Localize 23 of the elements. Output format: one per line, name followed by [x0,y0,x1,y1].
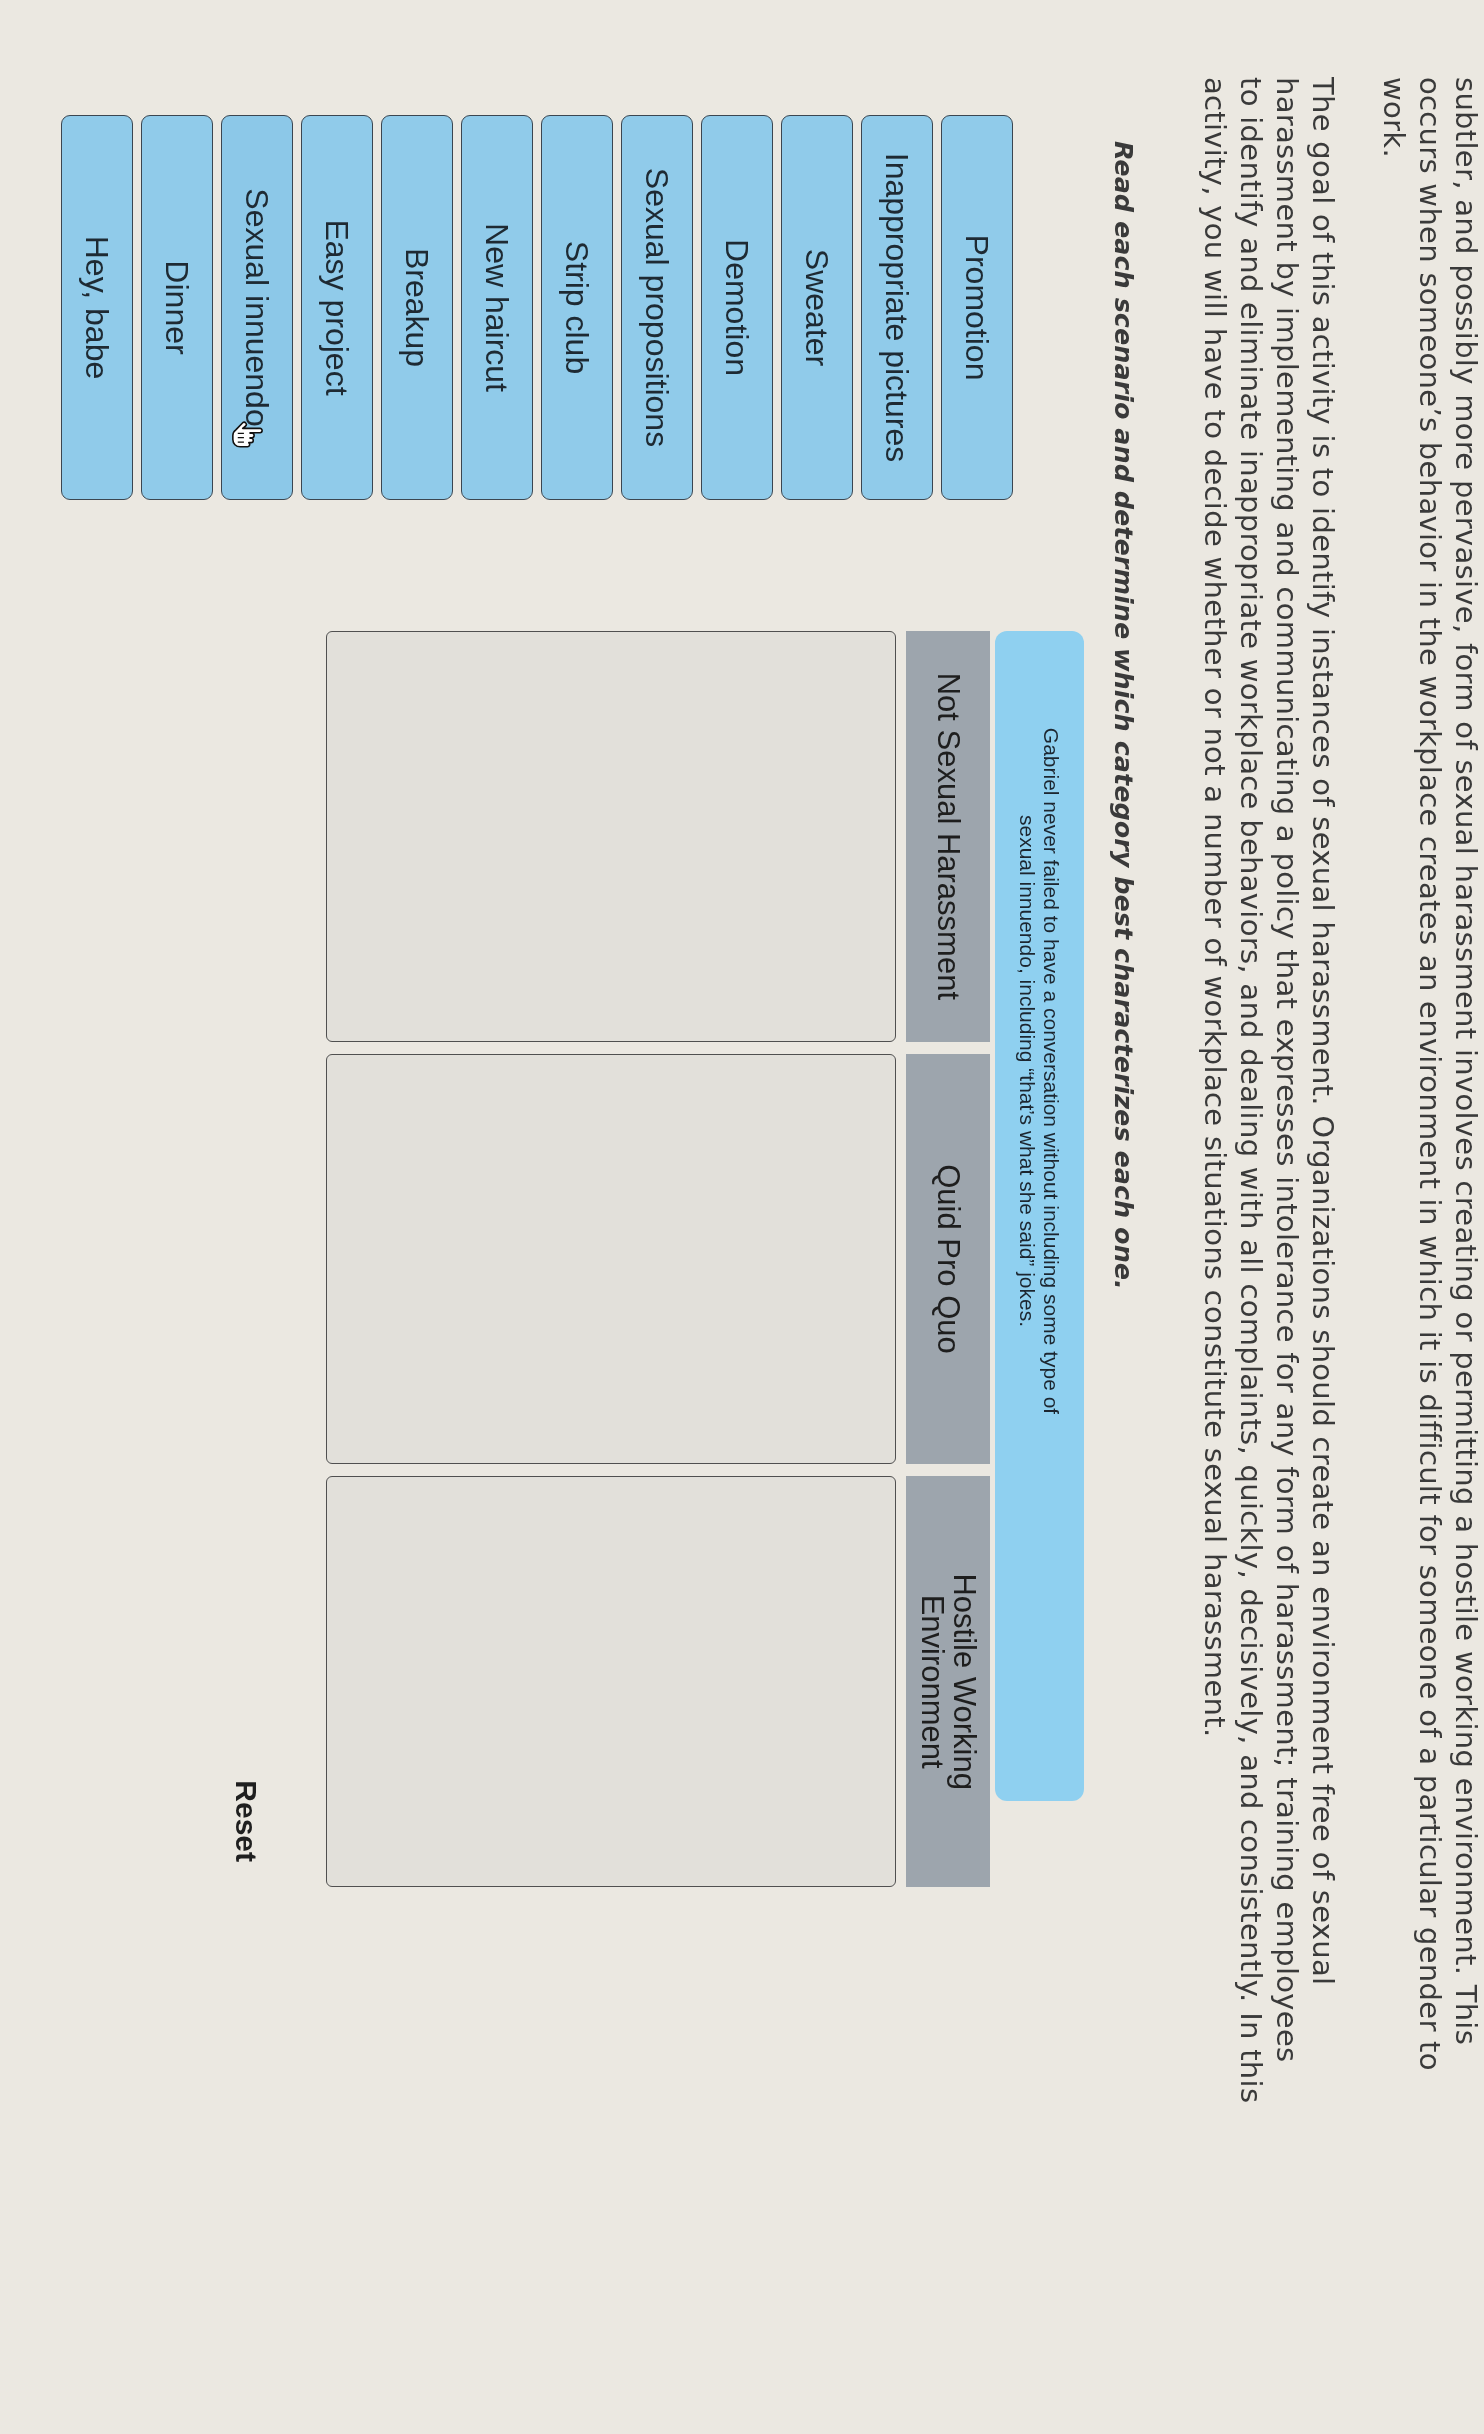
category-header: Hostile Working Environment [906,1476,990,1887]
intro-paragraph: The goal of this activity is to identify instances of sexual harassment. Organizations should create an environment free of sexual harassment by implementing and communicating a policy that expresses intolerance for any form of harassment; training employees to identify and eliminate inappropriate workplace behaviors, and dealing with all complaints, quickly, decisively, and consistently. In this activity, you will have to decide whether or not a number of workplace situations constitute sexual harassment. [1197,77,1341,2104]
answer-card[interactable]: New haircut [461,115,533,500]
intro-paragraph: subtler, and possibly more pervasive, form of sexual harassment involves creating or permitting a hostile working environment. This occurs when someone’s behavior in the workplace creates an environment in which it is difficult for someone of a particular gender to work. [1376,77,1484,2071]
answer-card[interactable]: Sexual propositions [621,115,693,500]
answer-card[interactable]: Hey, babe [61,115,133,500]
answer-card[interactable]: Demotion [701,115,773,500]
drop-zone[interactable] [326,631,896,1042]
reset-button[interactable]: Reset [229,1780,263,1862]
drop-zone[interactable] [326,1476,896,1887]
instruction-text: Read each scenario and determine which category best characterizes each one. [1108,141,1140,1290]
answer-card[interactable]: Strip club [541,115,613,500]
drop-zone[interactable] [326,1053,896,1465]
answer-card[interactable]: Sexual innuendo [221,115,293,500]
scenario-card[interactable]: Gabriel never failed to have a conversation without including some type of sexual innuendo, including “that’s what she said” jokes. [995,631,1084,1801]
category-header: Quid Pro Quo [906,1053,990,1465]
answer-card[interactable]: Inappropriate pictures [861,115,933,500]
answer-card[interactable]: Breakup [381,115,453,500]
answer-card[interactable]: Dinner [141,115,213,500]
category-header: Not Sexual Harassment [906,631,990,1042]
answer-card[interactable]: Sweater [781,115,853,500]
answer-card[interactable]: Easy project [301,115,373,500]
answer-card[interactable]: Promotion [941,115,1013,500]
